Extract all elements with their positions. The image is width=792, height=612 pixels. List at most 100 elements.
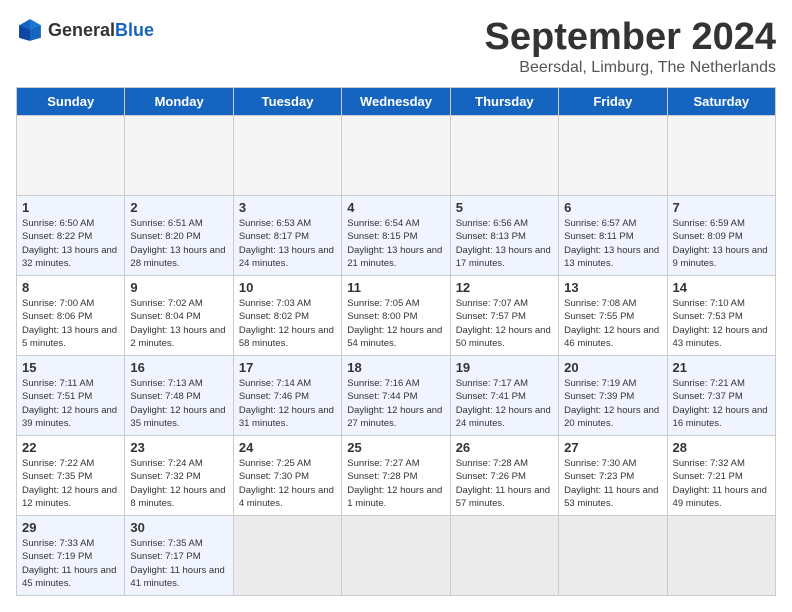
day-info: Sunrise: 6:54 AM Sunset: 8:15 PM Dayligh…: [347, 217, 444, 270]
day-info: Sunrise: 7:13 AM Sunset: 7:48 PM Dayligh…: [130, 377, 227, 430]
day-info: Sunrise: 7:03 AM Sunset: 8:02 PM Dayligh…: [239, 297, 336, 350]
calendar-day-cell: 22 Sunrise: 7:22 AM Sunset: 7:35 PM Dayli…: [17, 436, 125, 516]
day-number: 25: [347, 440, 444, 455]
day-info: Sunrise: 6:53 AM Sunset: 8:17 PM Dayligh…: [239, 217, 336, 270]
calendar-day-cell: 10 Sunrise: 7:03 AM Sunset: 8:02 PM Dayli…: [233, 276, 341, 356]
day-number: 8: [22, 280, 119, 295]
day-info: Sunrise: 6:59 AM Sunset: 8:09 PM Dayligh…: [673, 217, 770, 270]
calendar-header-sunday: Sunday: [17, 88, 125, 116]
day-info: Sunrise: 7:07 AM Sunset: 7:57 PM Dayligh…: [456, 297, 553, 350]
day-number: 26: [456, 440, 553, 455]
calendar-day-cell: 4Sunrise: 6:54 AM Sunset: 8:15 PM Daylig…: [342, 196, 450, 276]
day-info: Sunrise: 7:11 AM Sunset: 7:51 PM Dayligh…: [22, 377, 119, 430]
day-info: Sunrise: 7:02 AM Sunset: 8:04 PM Dayligh…: [130, 297, 227, 350]
calendar-day-cell: 16 Sunrise: 7:13 AM Sunset: 7:48 PM Dayli…: [125, 356, 233, 436]
day-number: 28: [673, 440, 770, 455]
calendar-day-cell: 9 Sunrise: 7:02 AM Sunset: 8:04 PM Daylig…: [125, 276, 233, 356]
day-number: 2: [130, 200, 227, 215]
calendar-header-row: SundayMondayTuesdayWednesdayThursdayFrid…: [17, 88, 776, 116]
day-info: Sunrise: 6:50 AM Sunset: 8:22 PM Dayligh…: [22, 217, 119, 270]
day-number: 22: [22, 440, 119, 455]
calendar-day-cell: 1 Sunrise: 6:50 AM Sunset: 8:22 PM Daylig…: [17, 196, 125, 276]
calendar-day-cell: 28 Sunrise: 7:32 AM Sunset: 7:21 PM Dayli…: [667, 436, 775, 516]
logo: GeneralBlue: [16, 16, 154, 44]
calendar-day-cell: 15Sunrise: 7:11 AM Sunset: 7:51 PM Dayli…: [17, 356, 125, 436]
location-title: Beersdal, Limburg, The Netherlands: [485, 59, 777, 77]
day-number: 12: [456, 280, 553, 295]
calendar-week-row: 22 Sunrise: 7:22 AM Sunset: 7:35 PM Dayli…: [17, 436, 776, 516]
calendar-day-cell: [667, 116, 775, 196]
calendar-day-cell: [450, 116, 558, 196]
day-number: 1: [22, 200, 119, 215]
calendar-day-cell: [667, 516, 775, 596]
calendar-day-cell: 19Sunrise: 7:17 AM Sunset: 7:41 PM Dayli…: [450, 356, 558, 436]
calendar-day-cell: 13Sunrise: 7:08 AM Sunset: 7:55 PM Dayli…: [559, 276, 667, 356]
calendar-day-cell: 20Sunrise: 7:19 AM Sunset: 7:39 PM Dayli…: [559, 356, 667, 436]
calendar-header-monday: Monday: [125, 88, 233, 116]
page-header: GeneralBlue September 2024 Beersdal, Lim…: [16, 16, 776, 77]
logo-blue: Blue: [115, 20, 154, 40]
day-info: Sunrise: 7:35 AM Sunset: 7:17 PM Dayligh…: [130, 537, 227, 590]
day-info: Sunrise: 7:08 AM Sunset: 7:55 PM Dayligh…: [564, 297, 661, 350]
calendar-day-cell: 5 Sunrise: 6:56 AM Sunset: 8:13 PM Daylig…: [450, 196, 558, 276]
day-number: 23: [130, 440, 227, 455]
day-number: 9: [130, 280, 227, 295]
day-number: 10: [239, 280, 336, 295]
calendar-day-cell: [342, 516, 450, 596]
calendar-table: SundayMondayTuesdayWednesdayThursdayFrid…: [16, 87, 776, 596]
logo-icon: [16, 16, 44, 44]
day-number: 17: [239, 360, 336, 375]
calendar-day-cell: 12 Sunrise: 7:07 AM Sunset: 7:57 PM Dayli…: [450, 276, 558, 356]
calendar-header-saturday: Saturday: [667, 88, 775, 116]
day-number: 21: [673, 360, 770, 375]
calendar-day-cell: [17, 116, 125, 196]
day-info: Sunrise: 7:32 AM Sunset: 7:21 PM Dayligh…: [673, 457, 770, 510]
calendar-week-row: 29 Sunrise: 7:33 AM Sunset: 7:19 PM Dayli…: [17, 516, 776, 596]
day-info: Sunrise: 7:24 AM Sunset: 7:32 PM Dayligh…: [130, 457, 227, 510]
calendar-day-cell: 29 Sunrise: 7:33 AM Sunset: 7:19 PM Dayli…: [17, 516, 125, 596]
day-info: Sunrise: 7:00 AM Sunset: 8:06 PM Dayligh…: [22, 297, 119, 350]
day-info: Sunrise: 7:10 AM Sunset: 7:53 PM Dayligh…: [673, 297, 770, 350]
day-info: Sunrise: 6:57 AM Sunset: 8:11 PM Dayligh…: [564, 217, 661, 270]
calendar-day-cell: 21Sunrise: 7:21 AM Sunset: 7:37 PM Dayli…: [667, 356, 775, 436]
day-number: 29: [22, 520, 119, 535]
calendar-week-row: 1 Sunrise: 6:50 AM Sunset: 8:22 PM Daylig…: [17, 196, 776, 276]
day-info: Sunrise: 7:22 AM Sunset: 7:35 PM Dayligh…: [22, 457, 119, 510]
calendar-day-cell: [342, 116, 450, 196]
calendar-day-cell: [125, 116, 233, 196]
day-number: 3: [239, 200, 336, 215]
calendar-week-row: 15Sunrise: 7:11 AM Sunset: 7:51 PM Dayli…: [17, 356, 776, 436]
day-number: 16: [130, 360, 227, 375]
calendar-day-cell: 14 Sunrise: 7:10 AM Sunset: 7:53 PM Dayli…: [667, 276, 775, 356]
day-number: 19: [456, 360, 553, 375]
day-info: Sunrise: 7:05 AM Sunset: 8:00 PM Dayligh…: [347, 297, 444, 350]
calendar-day-cell: [233, 516, 341, 596]
day-info: Sunrise: 7:30 AM Sunset: 7:23 PM Dayligh…: [564, 457, 661, 510]
day-info: Sunrise: 7:14 AM Sunset: 7:46 PM Dayligh…: [239, 377, 336, 430]
day-info: Sunrise: 7:33 AM Sunset: 7:19 PM Dayligh…: [22, 537, 119, 590]
day-number: 18: [347, 360, 444, 375]
logo-text: GeneralBlue: [48, 20, 154, 41]
day-info: Sunrise: 6:56 AM Sunset: 8:13 PM Dayligh…: [456, 217, 553, 270]
calendar-day-cell: 2 Sunrise: 6:51 AM Sunset: 8:20 PM Daylig…: [125, 196, 233, 276]
calendar-day-cell: 25Sunrise: 7:27 AM Sunset: 7:28 PM Dayli…: [342, 436, 450, 516]
day-number: 27: [564, 440, 661, 455]
calendar-week-row: [17, 116, 776, 196]
day-number: 14: [673, 280, 770, 295]
day-number: 20: [564, 360, 661, 375]
calendar-header-tuesday: Tuesday: [233, 88, 341, 116]
calendar-day-cell: 6 Sunrise: 6:57 AM Sunset: 8:11 PM Daylig…: [559, 196, 667, 276]
calendar-day-cell: 17 Sunrise: 7:14 AM Sunset: 7:46 PM Dayli…: [233, 356, 341, 436]
day-number: 6: [564, 200, 661, 215]
day-info: Sunrise: 7:16 AM Sunset: 7:44 PM Dayligh…: [347, 377, 444, 430]
calendar-header-friday: Friday: [559, 88, 667, 116]
calendar-day-cell: 7 Sunrise: 6:59 AM Sunset: 8:09 PM Daylig…: [667, 196, 775, 276]
calendar-day-cell: 23 Sunrise: 7:24 AM Sunset: 7:32 PM Dayli…: [125, 436, 233, 516]
day-number: 7: [673, 200, 770, 215]
day-info: Sunrise: 6:51 AM Sunset: 8:20 PM Dayligh…: [130, 217, 227, 270]
calendar-day-cell: [233, 116, 341, 196]
day-number: 24: [239, 440, 336, 455]
calendar-header-thursday: Thursday: [450, 88, 558, 116]
title-block: September 2024 Beersdal, Limburg, The Ne…: [485, 16, 777, 77]
day-number: 5: [456, 200, 553, 215]
